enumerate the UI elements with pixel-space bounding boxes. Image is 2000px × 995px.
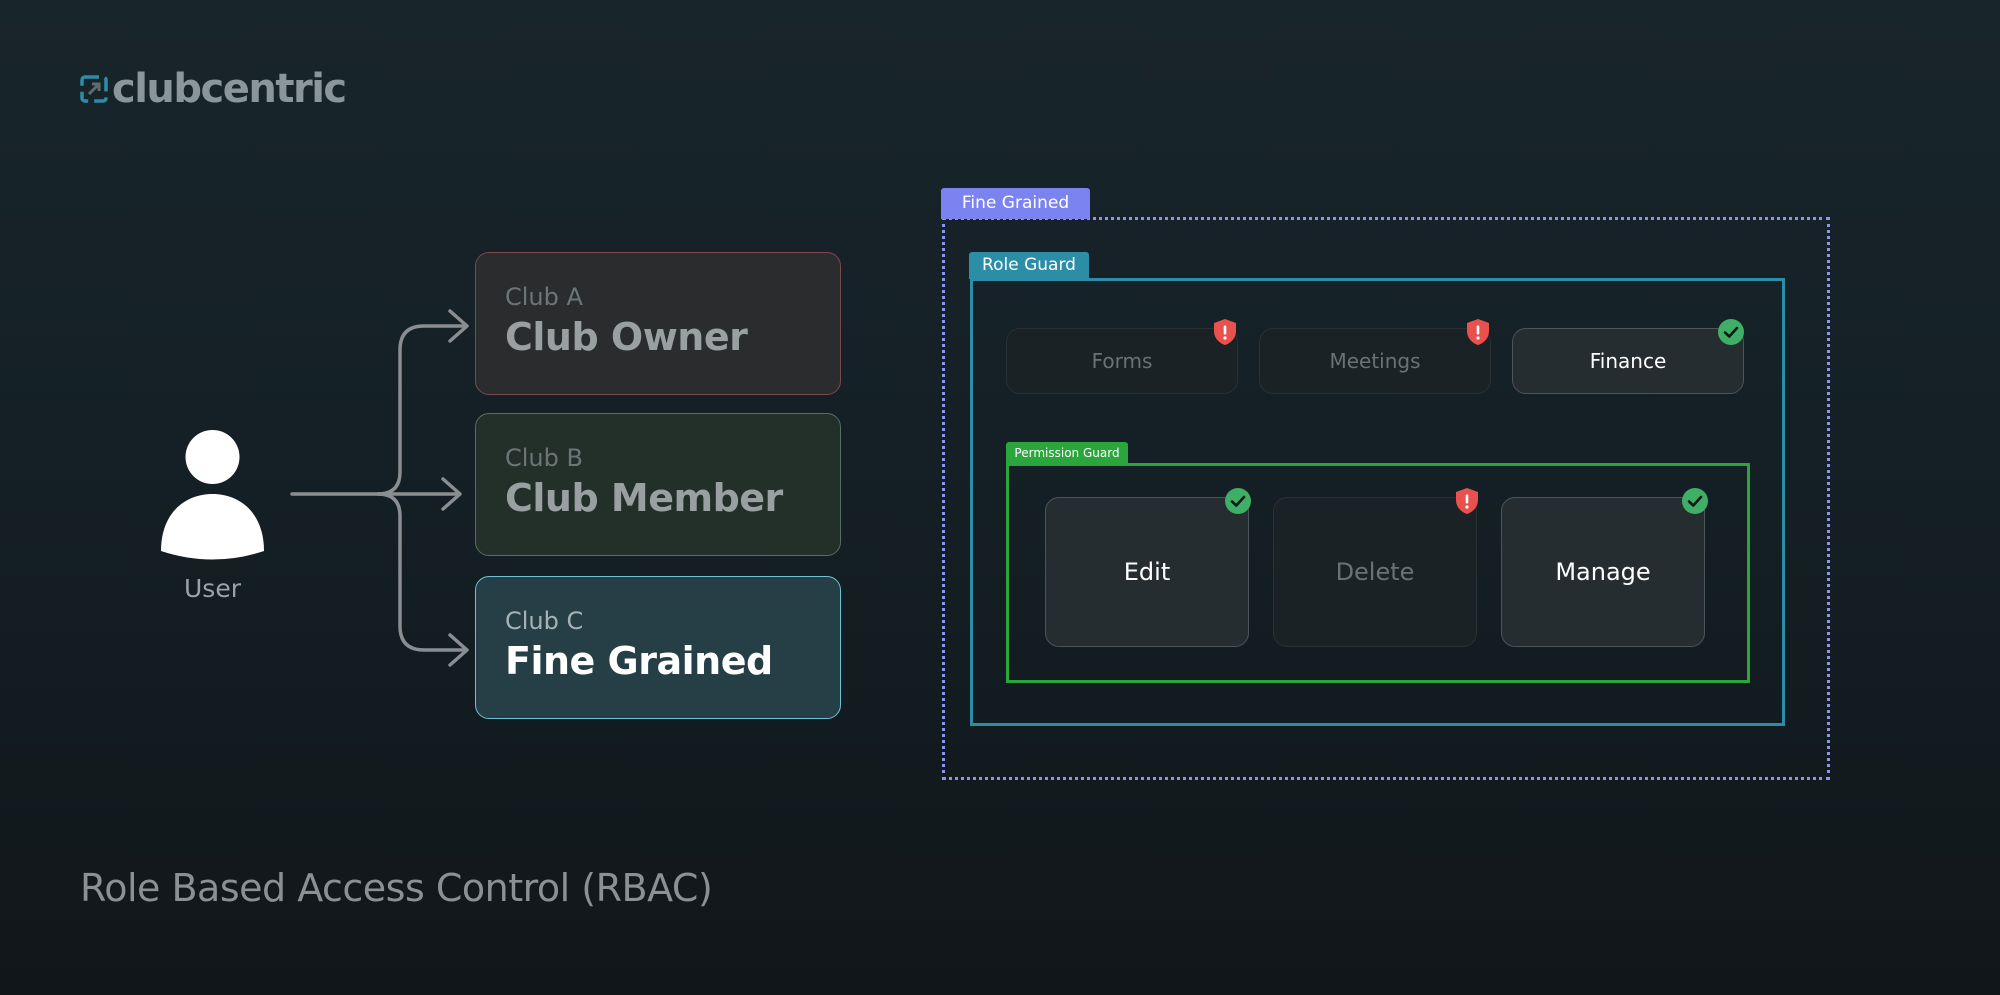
role-guard-tag: Role Guard: [969, 252, 1089, 279]
fine-grained-tag: Fine Grained: [941, 188, 1090, 219]
module-meetings[interactable]: Meetings: [1259, 328, 1491, 394]
module-forms[interactable]: Forms: [1006, 328, 1238, 394]
permission-guard-tag: Permission Guard: [1006, 442, 1128, 464]
shield-alert-icon: [1467, 319, 1489, 345]
shield-alert-icon: [1214, 319, 1236, 345]
permission-manage[interactable]: Manage: [1501, 497, 1705, 647]
club-name: Club B: [505, 444, 583, 472]
check-circle-icon: [1718, 319, 1744, 345]
club-name: Club C: [505, 607, 584, 635]
club-card-c: Club C Fine Grained: [475, 576, 841, 719]
shield-alert-icon: [1456, 488, 1478, 514]
permission-edit[interactable]: Edit: [1045, 497, 1249, 647]
club-role: Club Member: [505, 476, 783, 520]
page-title: Role Based Access Control (RBAC): [80, 866, 713, 910]
club-role: Fine Grained: [505, 639, 773, 683]
check-circle-icon: [1682, 488, 1708, 514]
club-role: Club Owner: [505, 315, 748, 359]
connector-club-a: [376, 324, 467, 496]
club-card-a: Club A Club Owner: [475, 252, 841, 395]
permission-delete[interactable]: Delete: [1273, 497, 1477, 647]
club-card-b: Club B Club Member: [475, 413, 841, 556]
check-circle-icon: [1225, 488, 1251, 514]
module-finance[interactable]: Finance: [1512, 328, 1744, 394]
connector-club-c: [376, 492, 467, 652]
club-name: Club A: [505, 283, 583, 311]
